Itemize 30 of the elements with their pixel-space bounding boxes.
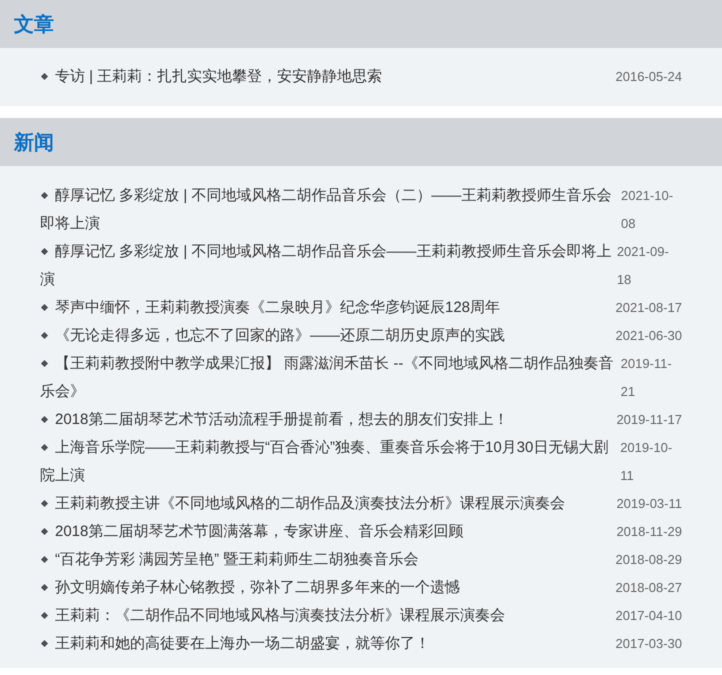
date-label: 2016-05-24 [616, 68, 682, 86]
date-label: 2021-06-30 [616, 327, 682, 345]
news-link[interactable]: 【王莉莉教授附中教学成果汇报】 雨露滋润禾苗长 --《不同地域风格二胡作品独奏音乐会》 [40, 350, 619, 406]
news-link[interactable]: 2018第二届胡琴艺术节活动流程手册提前看，想去的朋友们安排上！ [40, 406, 508, 434]
date-label: 2018-11-29 [616, 523, 682, 541]
news-link[interactable]: 《无论走得多远，也忘不了回家的路》——还原二胡历史原声的实践 [40, 322, 505, 350]
news-link[interactable]: 专访 | 王莉莉：扎扎实实地攀登，安安静静地思索 [40, 63, 382, 91]
news-link[interactable]: 王莉莉和她的高徒要在上海办一场二胡盛宴，就等你了！ [40, 630, 430, 658]
news-link[interactable]: “百花争芳彩 满园芳呈艳” 暨王莉莉师生二胡独奏音乐会 [40, 546, 418, 574]
date-label: 2019-10-11 [620, 439, 674, 485]
date-label: 2019-11-21 [620, 355, 673, 401]
news-link[interactable]: 王莉莉教授主讲《不同地域风格的二胡作品及演奏技法分析》课程展示演奏会 [40, 490, 565, 518]
date-label: 2019-03-11 [616, 495, 682, 513]
section-title: 文章 [14, 12, 54, 38]
date-label: 2018-08-29 [616, 551, 682, 569]
news-link[interactable]: 琴声中缅怀，王莉莉教授演奏《二泉映月》纪念华彦钧诞辰128周年 [40, 294, 500, 322]
date-label: 2019-11-17 [616, 411, 682, 429]
date-label: 2021-09-18 [616, 243, 670, 289]
news-link[interactable]: 醇厚记忆 多彩绽放 | 不同地域风格二胡作品音乐会——王莉莉教授师生音乐会即将上演 [40, 238, 615, 294]
news-link[interactable]: 醇厚记忆 多彩绽放 | 不同地域风格二胡作品音乐会（二）——王莉莉教授师生音乐会即将上演 [40, 182, 620, 238]
date-label: 2018-08-27 [616, 579, 682, 597]
date-label: 2017-04-10 [616, 607, 682, 625]
section-title: 新闻 [14, 130, 54, 156]
date-label: 2017-03-30 [616, 635, 682, 653]
news-link[interactable]: 孙文明嫡传弟子林心铭教授，弥补了二胡界多年来的一个遗憾 [40, 574, 460, 602]
date-label: 2021-10-08 [621, 187, 674, 233]
news-link[interactable]: 2018第二届胡琴艺术节圆满落幕，专家讲座、音乐会精彩回顾 [40, 518, 464, 546]
date-label: 2021-08-17 [616, 299, 682, 317]
news-link[interactable]: 王莉莉：《二胡作品不同地域风格与演奏技法分析》课程展示演奏会 [40, 602, 505, 630]
news-link[interactable]: 上海音乐学院——王莉莉教授与“百合香沁”独奏、重奏音乐会将于10月30日无锡大剧院上演 [40, 434, 618, 490]
